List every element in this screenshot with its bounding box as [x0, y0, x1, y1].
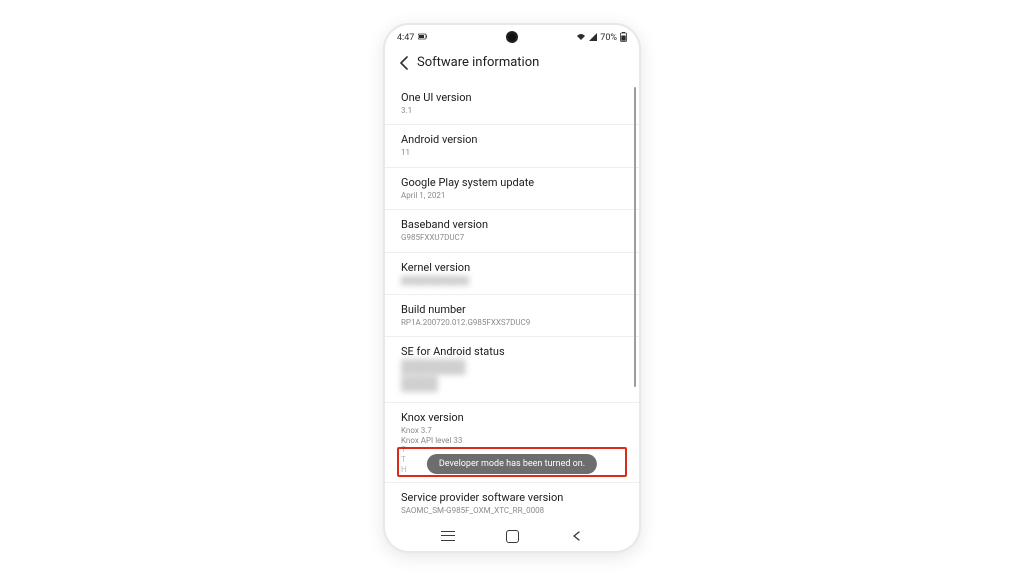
- item-subtitle: April 1, 2021: [401, 191, 623, 201]
- item-subtitle: SAOMC_SM-G985F_OXM_XTC_RR_0008: [401, 506, 623, 516]
- battery-percent: 70%: [600, 33, 617, 43]
- scrollbar[interactable]: [634, 87, 636, 387]
- item-title: Kernel version: [401, 261, 623, 274]
- nav-home-icon[interactable]: [506, 530, 519, 543]
- toast-message: Developer mode has been turned on.: [427, 454, 597, 474]
- phone-frame: 4:47 70% Softwa: [385, 25, 639, 551]
- item-subtitle-redacted: ████████████: [401, 276, 623, 286]
- item-title: One UI version: [401, 91, 623, 104]
- list-item-build-number[interactable]: Build number RP1A.200720.012.G985FXXS7DU…: [385, 295, 639, 337]
- list-item-se-android[interactable]: SE for Android status ███████████: [385, 337, 639, 403]
- signal-icon: [589, 33, 597, 44]
- item-subtitle: 3.1: [401, 106, 623, 116]
- item-title: Build number: [401, 303, 623, 316]
- back-icon[interactable]: [399, 56, 409, 70]
- nav-back-icon[interactable]: [571, 530, 583, 542]
- battery-charging-icon: [418, 33, 428, 44]
- item-title: Android version: [401, 133, 623, 146]
- item-subtitle: RP1A.200720.012.G985FXXS7DUC9: [401, 318, 623, 328]
- wifi-icon: [576, 33, 586, 44]
- item-subtitle: G985FXXU7DUC7: [401, 233, 623, 243]
- camera-hole-icon: [508, 33, 516, 41]
- item-subtitle-redacted: ███████████: [401, 360, 623, 394]
- item-title: SE for Android status: [401, 345, 623, 358]
- page-title: Software information: [417, 55, 539, 70]
- list-item-baseband[interactable]: Baseband version G985FXXU7DUC7: [385, 210, 639, 252]
- list-item-play-update[interactable]: Google Play system update April 1, 2021: [385, 168, 639, 210]
- item-subtitle: 11: [401, 148, 623, 158]
- item-title: Baseband version: [401, 218, 623, 231]
- battery-icon: [620, 32, 627, 45]
- list-item-kernel[interactable]: Kernel version ████████████: [385, 253, 639, 295]
- app-bar: Software information: [385, 49, 639, 80]
- item-title: Knox version: [401, 411, 623, 424]
- nav-recents-icon[interactable]: [441, 531, 455, 541]
- item-title: Service provider software version: [401, 491, 623, 504]
- status-time: 4:47: [397, 33, 414, 43]
- navigation-bar: [385, 521, 639, 551]
- list-item-service-provider[interactable]: Service provider software version SAOMC_…: [385, 483, 639, 521]
- item-title: Google Play system update: [401, 176, 623, 189]
- list-item-android[interactable]: Android version 11: [385, 125, 639, 167]
- list-item-one-ui[interactable]: One UI version 3.1: [385, 83, 639, 125]
